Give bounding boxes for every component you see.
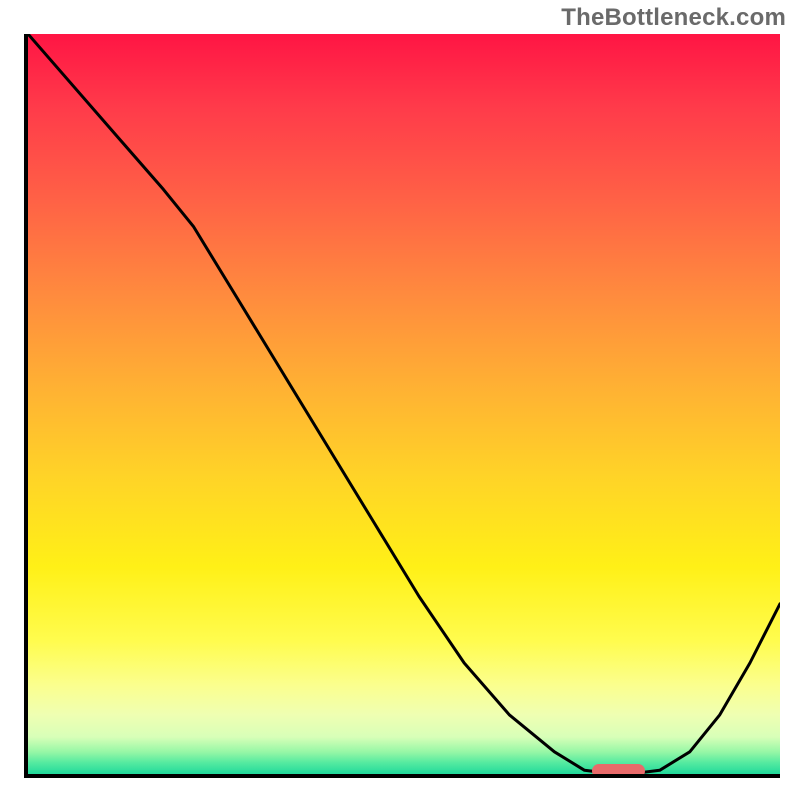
chart-container: TheBottleneck.com xyxy=(0,0,800,800)
bottleneck-curve xyxy=(28,34,780,774)
optimal-range-marker xyxy=(592,764,645,778)
watermark-text: TheBottleneck.com xyxy=(561,4,786,32)
plot-area xyxy=(24,34,780,778)
